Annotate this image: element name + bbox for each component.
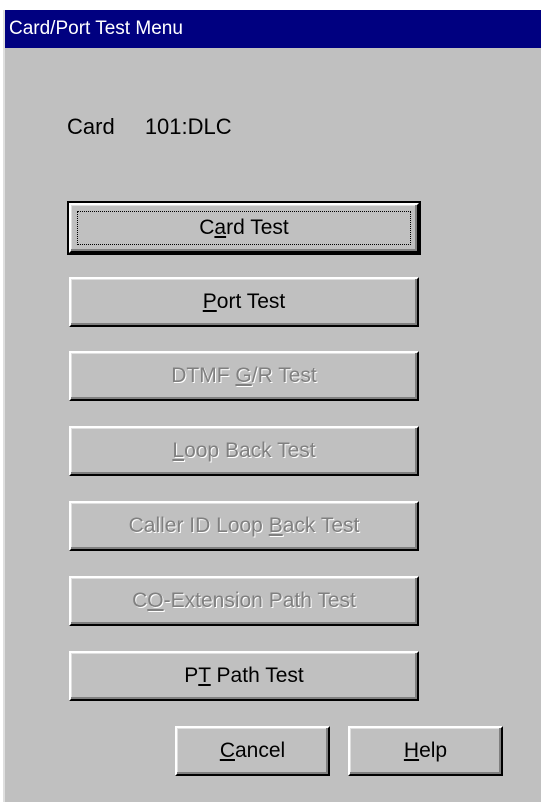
help-button[interactable]: Help: [348, 726, 503, 776]
caller-id-loop-back-test-button[interactable]: Caller ID Loop Back Test: [69, 501, 419, 551]
port-test-button[interactable]: Port Test: [69, 277, 419, 327]
pt-path-test-button[interactable]: PT Path Test: [69, 651, 419, 701]
dtmf-gr-test-label: DTMF G/R Test: [171, 364, 317, 387]
loop-back-test-button[interactable]: Loop Back Test: [69, 426, 419, 476]
help-label: Help: [403, 739, 448, 762]
cancel-button[interactable]: Cancel: [175, 726, 330, 776]
port-test-label: Port Test: [202, 290, 286, 313]
card-value: 101:DLC: [144, 114, 232, 139]
title-bar: Card/Port Test Menu: [5, 10, 541, 48]
pt-path-test-label: PT Path Test: [184, 664, 304, 687]
caller-id-loop-back-test-label: Caller ID Loop Back Test: [128, 514, 360, 537]
loop-back-test-label: Loop Back Test: [172, 439, 316, 462]
card-port-test-dialog: Card/Port Test Menu Card 101:DLC Card Te…: [3, 10, 541, 802]
co-extension-path-test-label: CO-Extension Path Test: [132, 589, 356, 612]
card-test-label: Card Test: [199, 216, 289, 239]
dtmf-gr-test-button[interactable]: DTMF G/R Test: [69, 351, 419, 401]
cancel-label: Cancel: [219, 739, 286, 762]
card-info: Card 101:DLC: [67, 114, 232, 140]
card-test-button[interactable]: Card Test: [67, 201, 421, 255]
co-extension-path-test-button[interactable]: CO-Extension Path Test: [69, 576, 419, 626]
card-label: Card: [67, 114, 115, 139]
